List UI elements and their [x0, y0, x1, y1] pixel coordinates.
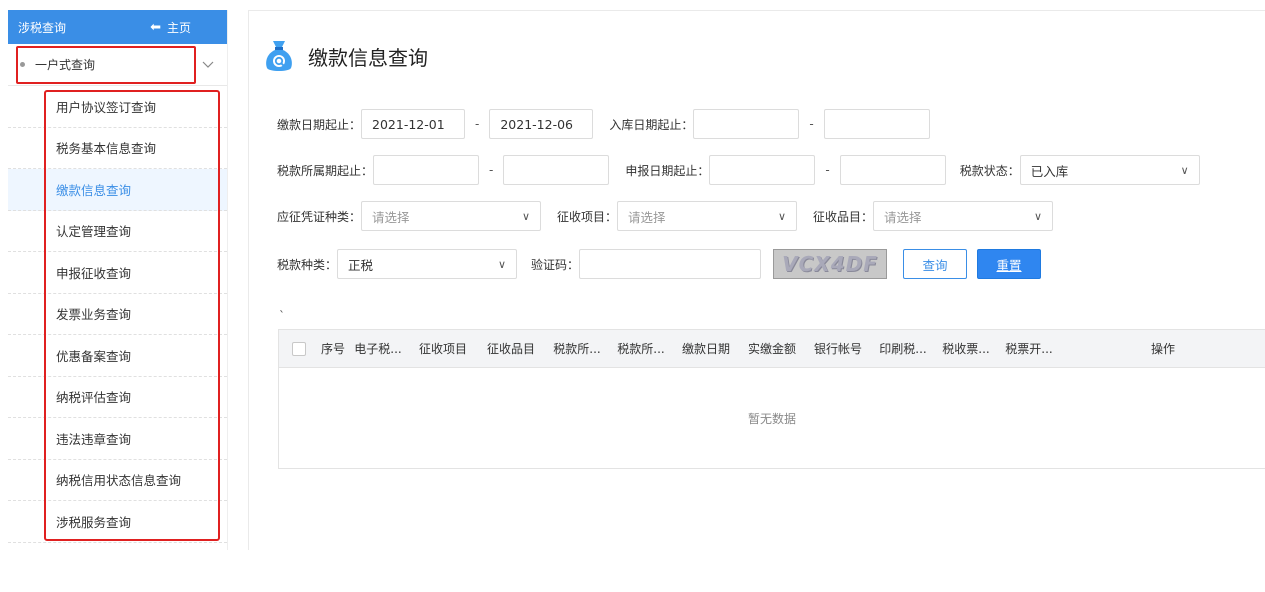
dash: - — [489, 163, 494, 177]
captcha-image[interactable]: VCX4DF — [773, 249, 888, 279]
sidebar-item-invoice[interactable]: 发票业务查询 — [8, 294, 227, 335]
column-header[interactable]: 缴款日期 — [673, 340, 739, 357]
chevron-down-icon: ∨ — [521, 209, 531, 223]
pay-date-start-input[interactable] — [361, 109, 466, 139]
column-header[interactable]: 序号 — [319, 340, 347, 357]
sidebar-item-violation[interactable]: 违法违章查询 — [8, 418, 227, 460]
form-row-3: 应征凭证种类： 请选择 ∨ 征收项目： 请选择 ∨ 征收品目： 请选择 ∨ — [277, 201, 1054, 231]
sidebar: 涉税查询 ⬅ 主页 一户式查询 用户协议签订查询 税务基本信息查询 缴款信息查询… — [8, 10, 228, 550]
captcha-input[interactable] — [579, 249, 762, 279]
storage-date-start-input[interactable] — [693, 109, 800, 139]
main-panel: 缴款信息查询 缴款日期起止： - 入库日期起止： - 税款所属期起止： - 申报… — [248, 10, 1265, 550]
results-table: 序号 电子税... 征收项目 征收品目 税款所... 税款所... 缴款日期 实… — [278, 329, 1265, 469]
levy-item-placeholder: 请选择 — [628, 209, 666, 225]
sidebar-item-declaration[interactable]: 申报征收查询 — [8, 252, 227, 294]
home-link[interactable]: ⬅ 主页 — [150, 19, 191, 36]
levy-item-label: 征收项目： — [557, 209, 618, 224]
back-arrow-icon: ⬅ — [150, 19, 161, 35]
form-row-2: 税款所属期起止： - 申报日期起止： - 税款状态： 已入库 ∨ — [277, 155, 1200, 185]
tax-kind-label: 税款种类： — [277, 257, 338, 272]
column-header[interactable]: 电子税... — [347, 340, 409, 357]
tax-period-label: 税款所属期起止： — [277, 163, 374, 178]
declare-date-end-input[interactable] — [839, 155, 946, 185]
captcha-text: VCX4DF — [782, 252, 878, 276]
storage-date-end-input[interactable] — [823, 109, 930, 139]
column-header: 操作 — [1150, 342, 1175, 356]
tax-status-value: 已入库 — [1030, 163, 1069, 179]
dash: - — [809, 117, 814, 131]
voucher-type-select[interactable]: 请选择 ∨ — [361, 201, 542, 231]
column-header[interactable]: 征收品目 — [477, 340, 545, 357]
sidebar-item-user-agreement[interactable]: 用户协议签订查询 — [8, 86, 227, 128]
select-all-cell — [279, 341, 319, 356]
tax-kind-value: 正税 — [348, 257, 374, 273]
table-header: 序号 电子税... 征收项目 征收品目 税款所... 税款所... 缴款日期 实… — [279, 330, 1265, 368]
form-row-4: 税款种类： 正税 ∨ 验证码： VCX4DF 查询 重置 — [277, 249, 1042, 279]
storage-date-label: 入库日期起止： — [609, 117, 694, 132]
pay-date-label: 缴款日期起止： — [277, 117, 362, 132]
chevron-down-icon: ∨ — [777, 209, 787, 223]
sidebar-group-toggle[interactable]: 一户式查询 — [8, 44, 227, 86]
dash: - — [825, 163, 830, 177]
column-header[interactable]: 征收项目 — [409, 340, 477, 357]
bullet-icon — [20, 62, 25, 67]
stray-mark: ` — [279, 309, 285, 323]
sidebar-item-payment-info[interactable]: 缴款信息查询 — [8, 169, 227, 211]
chevron-down-icon — [201, 58, 215, 72]
sidebar-group-label: 一户式查询 — [35, 58, 96, 72]
sidebar-item-certification[interactable]: 认定管理查询 — [8, 211, 227, 252]
query-button[interactable]: 查询 — [903, 249, 968, 279]
empty-state: 暂无数据 — [747, 411, 796, 426]
voucher-type-placeholder: 请选择 — [372, 209, 410, 225]
chevron-down-icon: ∨ — [497, 257, 507, 271]
sidebar-item-credit-status[interactable]: 纳税信用状态信息查询 — [8, 460, 227, 501]
tax-period-end-input[interactable] — [503, 155, 610, 185]
declare-date-start-input[interactable] — [709, 155, 816, 185]
tax-status-label: 税款状态： — [959, 163, 1020, 178]
chevron-down-icon: ∨ — [1033, 209, 1043, 223]
levy-product-select[interactable]: 请选择 ∨ — [873, 201, 1054, 231]
tax-status-select[interactable]: 已入库 ∨ — [1019, 155, 1200, 185]
sidebar-header: 涉税查询 ⬅ 主页 — [8, 10, 227, 44]
sidebar-title: 涉税查询 — [18, 20, 67, 35]
column-header[interactable]: 银行帐号 — [805, 340, 871, 357]
tax-kind-select[interactable]: 正税 ∨ — [337, 249, 518, 279]
voucher-type-label: 应征凭证种类： — [277, 209, 362, 224]
form-row-1: 缴款日期起止： - 入库日期起止： - — [277, 109, 930, 139]
declare-date-label: 申报日期起止： — [625, 163, 710, 178]
column-header[interactable]: 税票开... — [997, 340, 1061, 357]
captcha-label: 验证码： — [531, 257, 580, 272]
home-label: 主页 — [166, 20, 191, 35]
sidebar-item-tax-basic-info[interactable]: 税务基本信息查询 — [8, 128, 227, 169]
column-header[interactable]: 税款所... — [609, 340, 673, 357]
levy-item-select[interactable]: 请选择 ∨ — [617, 201, 798, 231]
page-header: 缴款信息查询 — [264, 39, 428, 73]
sidebar-item-assessment[interactable]: 纳税评估查询 — [8, 377, 227, 418]
sidebar-item-preferential[interactable]: 优惠备案查询 — [8, 335, 227, 377]
money-bag-search-icon — [266, 41, 292, 71]
sidebar-item-tax-service[interactable]: 涉税服务查询 — [8, 501, 227, 543]
column-header[interactable]: 实缴金额 — [739, 340, 805, 357]
levy-product-label: 征收品目： — [813, 209, 874, 224]
column-header[interactable]: 印刷税... — [871, 340, 935, 357]
levy-product-placeholder: 请选择 — [884, 209, 922, 225]
select-all-checkbox[interactable] — [292, 341, 306, 356]
column-header[interactable]: 税款所... — [545, 340, 609, 357]
page-title: 缴款信息查询 — [308, 45, 428, 70]
reset-button[interactable]: 重置 — [977, 249, 1042, 279]
chevron-down-icon: ∨ — [1180, 163, 1189, 177]
dash: - — [475, 117, 480, 131]
column-header[interactable]: 税收票... — [935, 340, 997, 357]
pay-date-end-input[interactable] — [489, 109, 594, 139]
tax-period-start-input[interactable] — [373, 155, 480, 185]
sidebar-items: 用户协议签订查询 税务基本信息查询 缴款信息查询 认定管理查询 申报征收查询 发… — [8, 86, 227, 543]
